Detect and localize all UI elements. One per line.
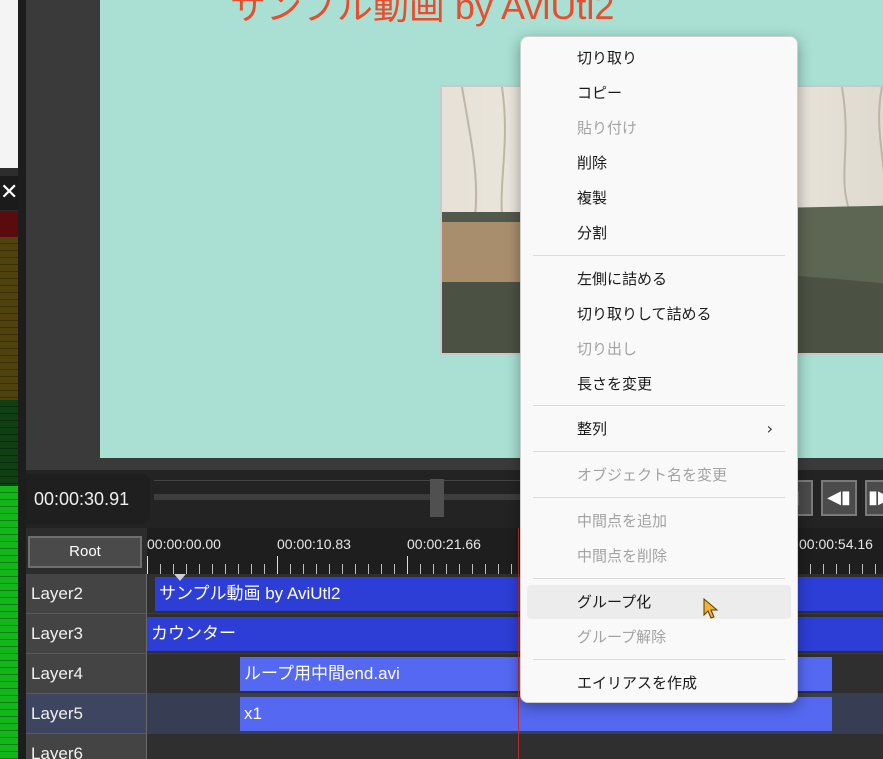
step-back-icon: ◀▮ xyxy=(827,487,851,508)
chevron-right-icon: › xyxy=(766,419,773,438)
menu-separator xyxy=(533,497,785,498)
menu-item-change-length[interactable]: 長さを変更 xyxy=(527,367,791,401)
ruler-label: 00:00:54.16 xyxy=(799,536,873,552)
ruler-major-tick xyxy=(147,556,148,574)
menu-item-cut-and-shift[interactable]: 切り取りして詰める xyxy=(527,297,791,331)
menu-item-align-label: 整列 xyxy=(577,420,608,438)
menu-item-delete[interactable]: 削除 xyxy=(527,146,791,180)
menu-separator xyxy=(533,255,785,256)
seek-slider-track[interactable] xyxy=(154,494,574,500)
clip-marker-icon xyxy=(174,574,186,581)
step-forward-button[interactable]: ▮▶ xyxy=(865,480,883,516)
layer-label-2[interactable]: Layer2 xyxy=(26,574,147,614)
menu-item-ungroup: グループ解除 xyxy=(577,628,667,646)
menu-item-paste: 貼り付け xyxy=(577,119,638,137)
root-button[interactable]: Root xyxy=(28,536,142,568)
seek-slider-handle[interactable] xyxy=(430,479,444,517)
close-icon[interactable]: ✕ xyxy=(0,176,18,210)
step-forward-icon: ▮▶ xyxy=(868,487,883,508)
menu-item-shift-left[interactable]: 左側に詰める xyxy=(527,262,791,296)
menu-item-remove-midpoint: 中間点を削除 xyxy=(577,547,668,565)
preview-title-text: サンプル動画 by AviUtl2 xyxy=(230,0,615,27)
level-meter-peak xyxy=(0,211,18,237)
current-timecode: 00:00:30.91 xyxy=(26,474,150,524)
level-meter-active xyxy=(0,486,18,759)
menu-item-rename-object: オブジェクト名を変更 xyxy=(577,466,728,484)
ruler-major-tick xyxy=(277,556,278,574)
menu-item-copy[interactable]: コピー xyxy=(527,76,791,110)
pointer-cursor-icon xyxy=(703,598,719,619)
menu-item-split[interactable]: 分割 xyxy=(527,216,791,250)
menu-item-add-midpoint: 中間点を追加 xyxy=(577,512,668,530)
seek-track-line xyxy=(154,480,574,481)
menu-separator xyxy=(533,578,785,579)
app-window: ✕ サンプル動画 by AviUtl2 00:00:30.91 ◀▮ ▮ Roo… xyxy=(0,0,883,759)
menu-item-duplicate[interactable]: 複製 xyxy=(527,181,791,215)
ruler-label: 00:00:10.83 xyxy=(277,536,351,552)
menu-item-cut[interactable]: 切り取り xyxy=(527,41,791,75)
context-menu: 切り取り コピー 貼り付け 削除 複製 分割 左側に詰める 切り取りして詰める … xyxy=(520,36,798,703)
menu-item-create-alias[interactable]: エイリアスを作成 xyxy=(527,666,791,700)
level-meter-mid xyxy=(0,400,18,486)
layer-label-5[interactable]: Layer5 xyxy=(26,694,147,734)
menu-item-align[interactable]: 整列 › xyxy=(527,412,791,446)
panel-divider xyxy=(18,0,26,759)
ruler-label: 00:00:21.66 xyxy=(407,536,481,552)
layer-label-6[interactable]: Layer6 xyxy=(26,734,147,759)
left-panel xyxy=(0,0,18,168)
track-row-layer6[interactable] xyxy=(147,734,883,759)
layer-label-4[interactable]: Layer4 xyxy=(26,654,147,694)
ruler-major-tick xyxy=(407,556,408,574)
ruler-label: 00:00:00.00 xyxy=(147,536,221,552)
menu-separator xyxy=(533,451,785,452)
level-meter-high xyxy=(0,237,18,400)
step-back-button[interactable]: ◀▮ xyxy=(821,480,857,516)
menu-item-extract: 切り出し xyxy=(577,340,638,358)
menu-separator xyxy=(533,405,785,406)
menu-item-group[interactable]: グループ化 xyxy=(527,585,791,619)
menu-separator xyxy=(533,659,785,660)
layer-label-3[interactable]: Layer3 xyxy=(26,614,147,654)
playhead-line[interactable] xyxy=(518,528,519,759)
